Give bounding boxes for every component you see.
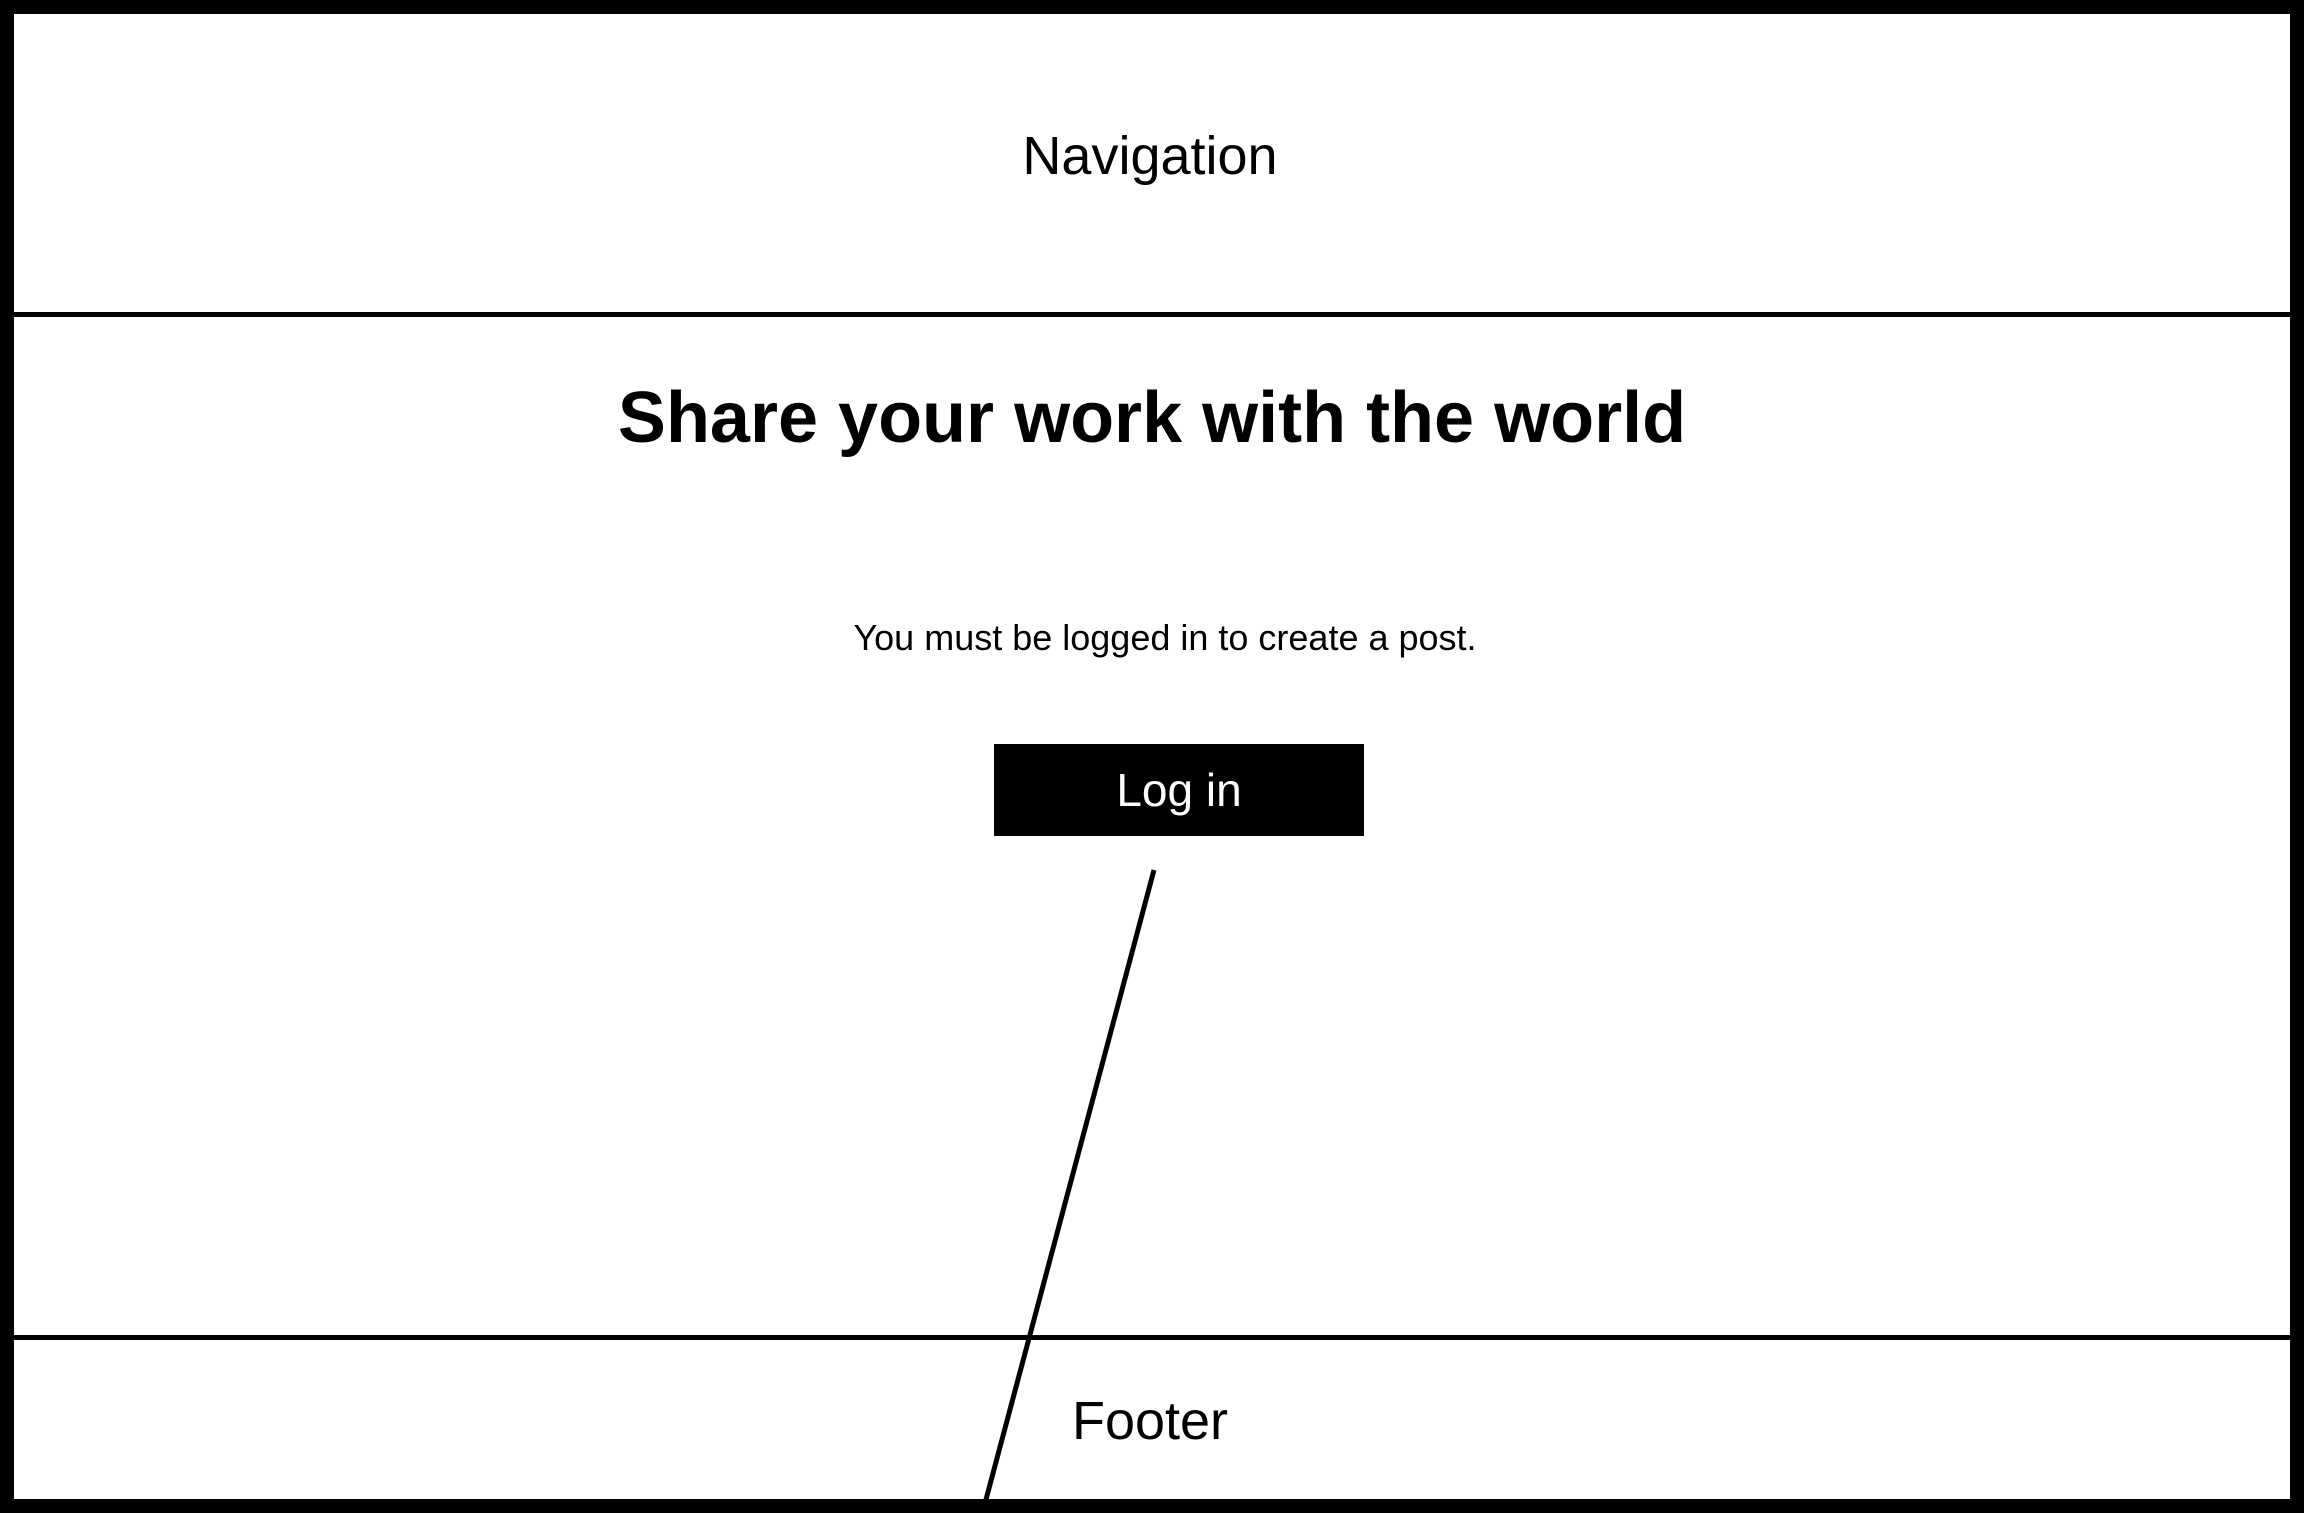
wireframe-page: Navigation Share your work with the worl… bbox=[0, 0, 2304, 1513]
main-content: Share your work with the world You must … bbox=[14, 317, 2290, 1337]
login-required-message: You must be logged in to create a post. bbox=[853, 617, 1477, 658]
footer-label: Footer bbox=[1071, 1391, 1229, 1451]
footer: Footer bbox=[14, 1335, 2290, 1499]
login-button[interactable]: Log in bbox=[994, 744, 1364, 836]
page-title: Share your work with the world bbox=[617, 378, 1687, 458]
navigation-label: Navigation bbox=[1022, 126, 1278, 186]
navigation-bar: Navigation bbox=[14, 14, 2290, 317]
